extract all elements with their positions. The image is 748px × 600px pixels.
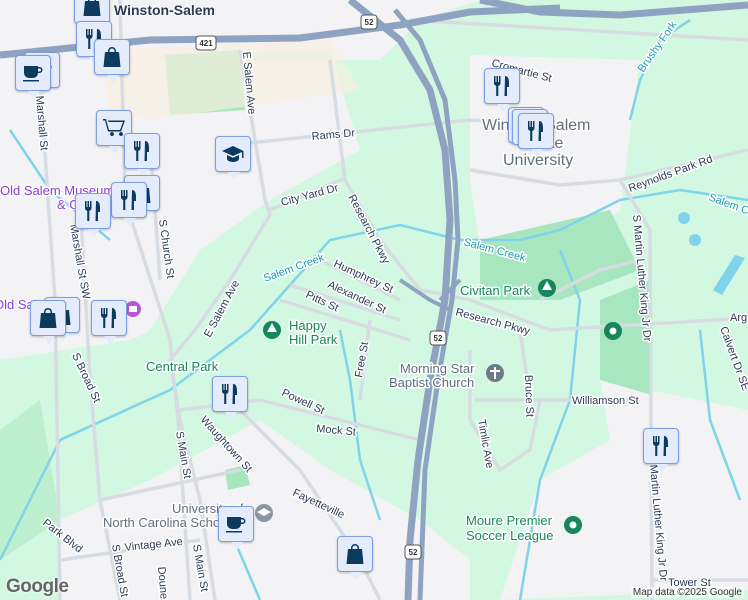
shopping-marker[interactable] (94, 39, 130, 83)
church-pin-icon[interactable] (486, 364, 504, 382)
svg-text:52: 52 (434, 334, 443, 343)
svg-text:Rams Dr: Rams Dr (311, 127, 356, 143)
shopping-bag-icon (100, 45, 124, 69)
graduation-cap-icon (221, 142, 245, 166)
museum-pin-icon[interactable] (125, 301, 141, 317)
svg-text:Williamson St: Williamson St (572, 395, 639, 407)
restaurant-marker[interactable] (643, 428, 679, 472)
shopping-marker[interactable] (337, 536, 373, 580)
restaurant-marker[interactable] (124, 133, 160, 177)
happy-hill-park-label: Happy (289, 318, 327, 333)
svg-text:Vintage Ave: Vintage Ave (124, 536, 183, 554)
svg-text:Soccer League: Soccer League (466, 528, 553, 543)
fork-knife-icon (490, 74, 514, 98)
svg-text:North Carolina School: North Carolina School (103, 515, 230, 530)
school-marker[interactable] (215, 136, 251, 180)
svg-text:Hill Park: Hill Park (289, 332, 338, 347)
park-pin-icon[interactable] (538, 279, 556, 297)
svg-text:52: 52 (409, 548, 418, 557)
svg-text:Doune: Doune (155, 566, 170, 599)
shopping-marker[interactable] (30, 300, 66, 344)
coffee-cup-icon (224, 512, 248, 536)
fork-knife-icon (524, 119, 548, 143)
svg-text:Fayetteville: Fayetteville (291, 487, 346, 521)
svg-text:421: 421 (199, 39, 213, 48)
restaurant-marker[interactable] (91, 300, 127, 344)
moure-label: Moure Premier (466, 513, 553, 528)
cafe-marker[interactable] (15, 55, 51, 99)
city-label: Winston-Salem (114, 2, 215, 18)
us-52-shield: 52 (404, 544, 422, 560)
cafe-marker[interactable] (218, 506, 254, 550)
restaurant-marker[interactable] (212, 376, 248, 420)
svg-text:Arg: Arg (730, 312, 747, 324)
restaurant-marker[interactable] (518, 113, 554, 157)
fork-knife-icon (81, 199, 105, 223)
us-52-shield: 52 (429, 330, 447, 346)
place-pin-icon[interactable] (564, 516, 582, 534)
shopping-cart-icon (102, 116, 126, 140)
fork-knife-icon (218, 382, 242, 406)
restaurant-marker[interactable] (111, 182, 147, 226)
school-pin-icon[interactable] (255, 504, 273, 522)
fork-knife-icon (97, 306, 121, 330)
shopping-bag-icon (343, 542, 367, 566)
central-park-label: Central Park (146, 359, 219, 374)
civitan-park-label: Civitan Park (460, 283, 531, 298)
us-421-shield: 421 (195, 35, 217, 51)
shopping-bag-icon (36, 306, 60, 330)
place-pin-icon[interactable] (604, 322, 622, 340)
us-52-shield: 52 (360, 14, 378, 30)
restaurant-marker[interactable] (75, 193, 111, 237)
fork-knife-icon (117, 188, 141, 212)
shopping-bag-icon (80, 0, 104, 18)
svg-text:Marshall St: Marshall St (33, 95, 50, 151)
restaurant-marker[interactable] (484, 68, 520, 112)
morning-star-label: Morning Star (400, 361, 475, 376)
fork-knife-icon (130, 139, 154, 163)
coffee-cup-icon (21, 61, 45, 85)
google-logo: Google (6, 576, 69, 597)
svg-text:Bruce St: Bruce St (522, 375, 535, 418)
park-pin-icon[interactable] (263, 321, 281, 339)
svg-text:Baptist Church: Baptist Church (389, 375, 474, 390)
fork-knife-icon (649, 434, 673, 458)
map-attribution[interactable]: Map data ©2025 Google (630, 587, 744, 598)
svg-text:52: 52 (365, 18, 374, 27)
